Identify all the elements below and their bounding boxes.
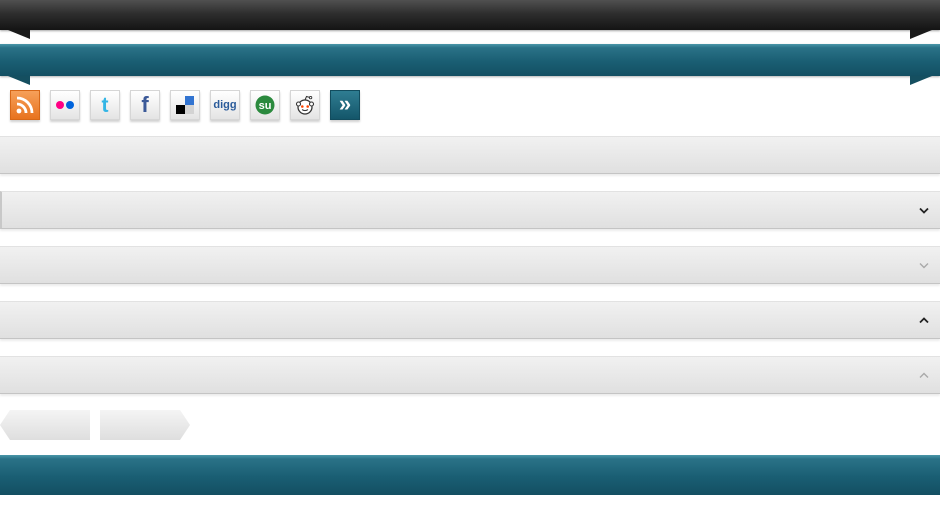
teal-ribbon: [0, 44, 940, 76]
twitter-icon[interactable]: t: [90, 90, 120, 120]
social-icon-row: t f digg su »: [10, 90, 360, 120]
teal-ribbon-fold-left: [8, 76, 30, 85]
chevron-up-icon: [918, 369, 930, 381]
more-icon[interactable]: »: [330, 90, 360, 120]
twitter-label: t: [101, 93, 109, 117]
dropdown-bar[interactable]: [0, 301, 940, 339]
more-label: »: [338, 90, 352, 116]
top-dark-ribbon: [0, 0, 940, 30]
facebook-icon[interactable]: f: [130, 90, 160, 120]
dropdown-bar[interactable]: [0, 356, 940, 394]
plain-bar: [0, 136, 940, 174]
facebook-label: f: [141, 92, 149, 117]
dark-ribbon-fold-left: [8, 30, 30, 39]
stumbleupon-icon[interactable]: su: [250, 90, 280, 120]
stumbleupon-label: su: [259, 100, 272, 112]
dropdown-bar[interactable]: [0, 191, 940, 229]
chevron-down-icon: [918, 259, 930, 271]
bottom-teal-bar: [0, 455, 940, 495]
next-button[interactable]: [100, 410, 190, 440]
flickr-icon[interactable]: [50, 90, 80, 120]
teal-ribbon-fold-right: [910, 76, 932, 85]
chevron-up-icon: [918, 314, 930, 326]
rss-icon[interactable]: [10, 90, 40, 120]
reddit-icon[interactable]: [290, 90, 320, 120]
delicious-icon[interactable]: [170, 90, 200, 120]
previous-button[interactable]: [0, 410, 90, 440]
chevron-down-icon: [918, 204, 930, 216]
dark-ribbon-fold-right: [910, 30, 932, 39]
digg-label: digg: [213, 98, 237, 111]
dropdown-bar[interactable]: [0, 246, 940, 284]
digg-icon[interactable]: digg: [210, 90, 240, 120]
